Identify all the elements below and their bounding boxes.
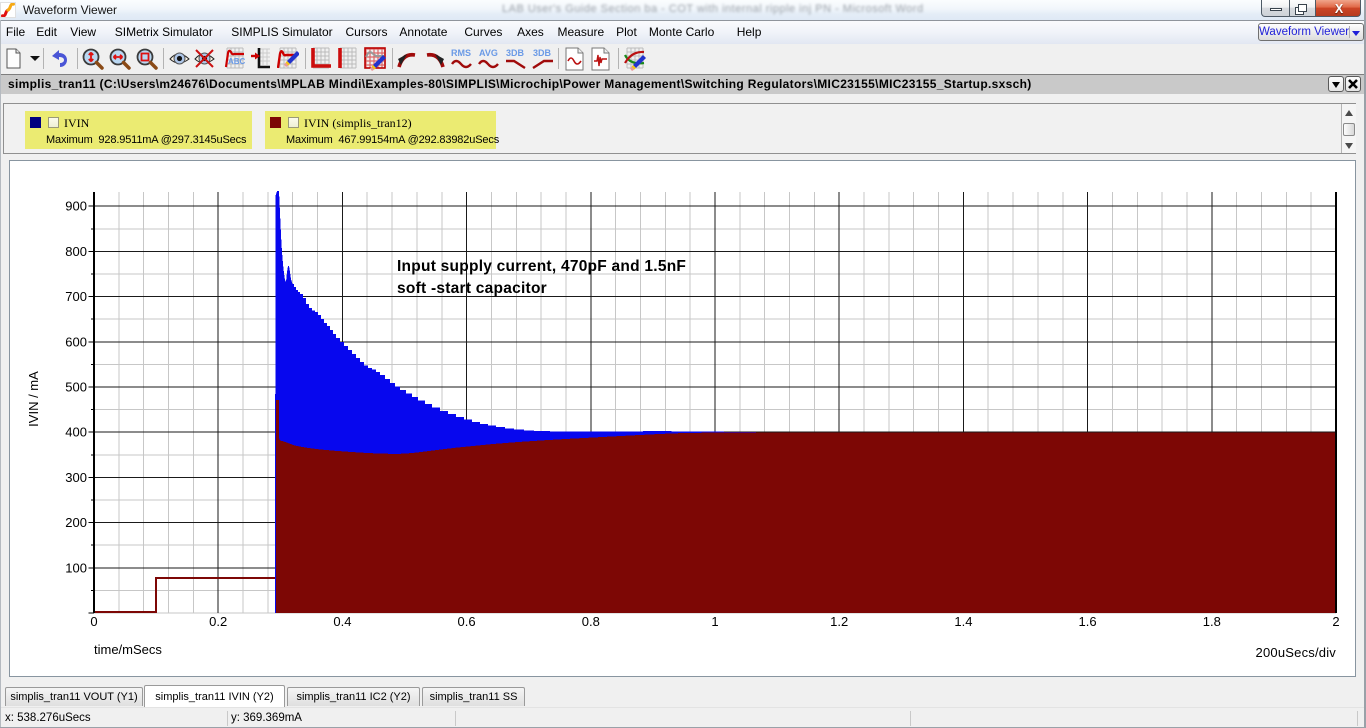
svg-text:200uSecs/div: 200uSecs/div (1256, 645, 1337, 660)
svg-text:600: 600 (65, 334, 87, 349)
svg-text:0: 0 (90, 614, 97, 629)
svg-text:0.8: 0.8 (582, 614, 600, 629)
svg-text:200: 200 (65, 515, 87, 530)
svg-text:1.6: 1.6 (1079, 614, 1097, 629)
svg-text:IVIN / mA: IVIN / mA (26, 371, 41, 427)
svg-text:1.8: 1.8 (1203, 614, 1221, 629)
svg-text:500: 500 (65, 380, 87, 395)
svg-text:2: 2 (1332, 614, 1339, 629)
svg-text:1.2: 1.2 (830, 614, 848, 629)
svg-text:400: 400 (65, 425, 87, 440)
svg-text:0.2: 0.2 (209, 614, 227, 629)
svg-text:800: 800 (65, 244, 87, 259)
svg-text:1.4: 1.4 (954, 614, 972, 629)
svg-text:time/mSecs: time/mSecs (94, 642, 162, 657)
svg-text:1: 1 (711, 614, 718, 629)
svg-text:0.6: 0.6 (458, 614, 476, 629)
svg-text:700: 700 (65, 289, 87, 304)
svg-text:100: 100 (65, 560, 87, 575)
svg-text:0.4: 0.4 (333, 614, 351, 629)
svg-text:900: 900 (65, 199, 87, 214)
svg-text:300: 300 (65, 470, 87, 485)
